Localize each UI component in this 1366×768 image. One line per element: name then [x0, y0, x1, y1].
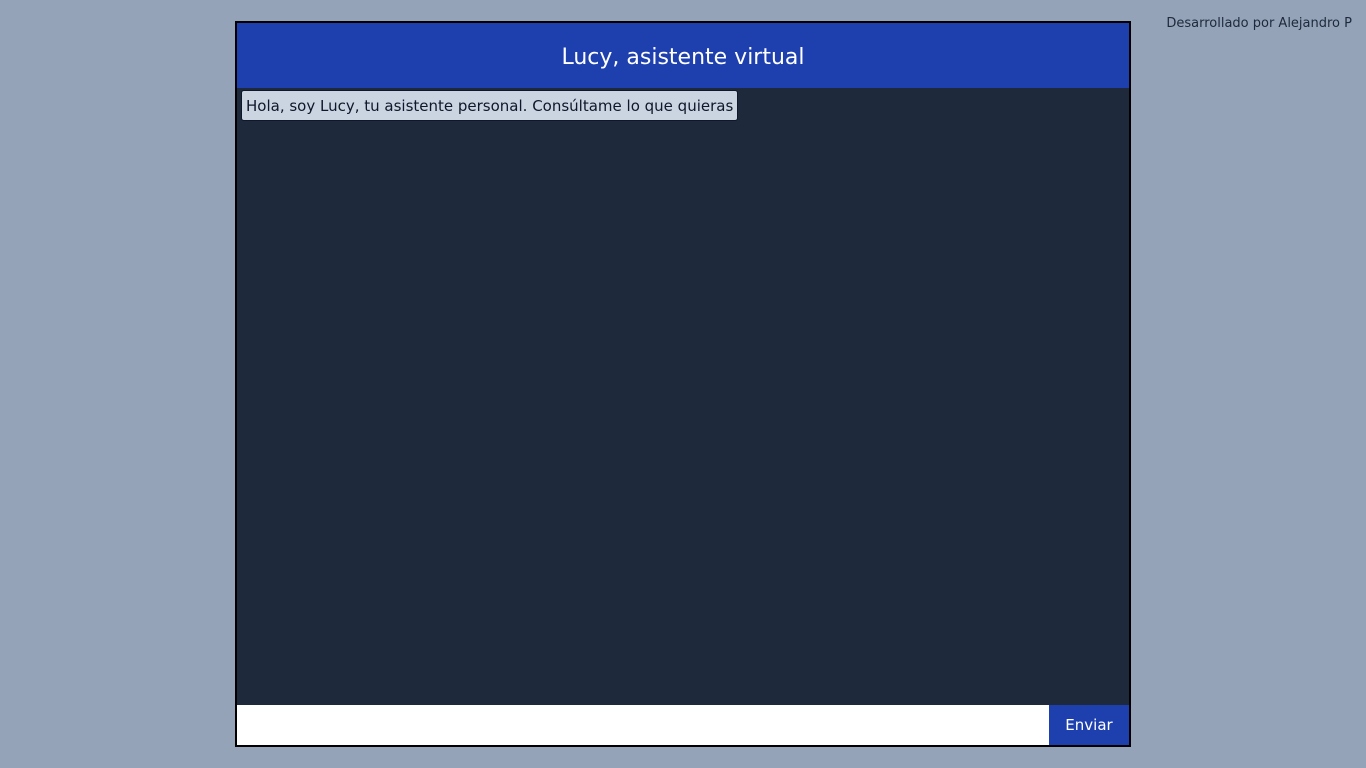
bot-message: Hola, soy Lucy, tu asistente personal. C…: [241, 90, 739, 121]
chat-window: Lucy, asistente virtual Hola, soy Lucy, …: [235, 21, 1131, 747]
message-list: Hola, soy Lucy, tu asistente personal. C…: [237, 88, 1129, 705]
chat-input-row: Enviar: [237, 705, 1129, 745]
chat-title: Lucy, asistente virtual: [561, 45, 805, 70]
send-button[interactable]: Enviar: [1049, 705, 1129, 745]
developer-credit: Desarrollado por Alejandro P: [1166, 16, 1352, 31]
message-input[interactable]: [237, 705, 1049, 745]
chat-header: Lucy, asistente virtual: [237, 23, 1129, 88]
